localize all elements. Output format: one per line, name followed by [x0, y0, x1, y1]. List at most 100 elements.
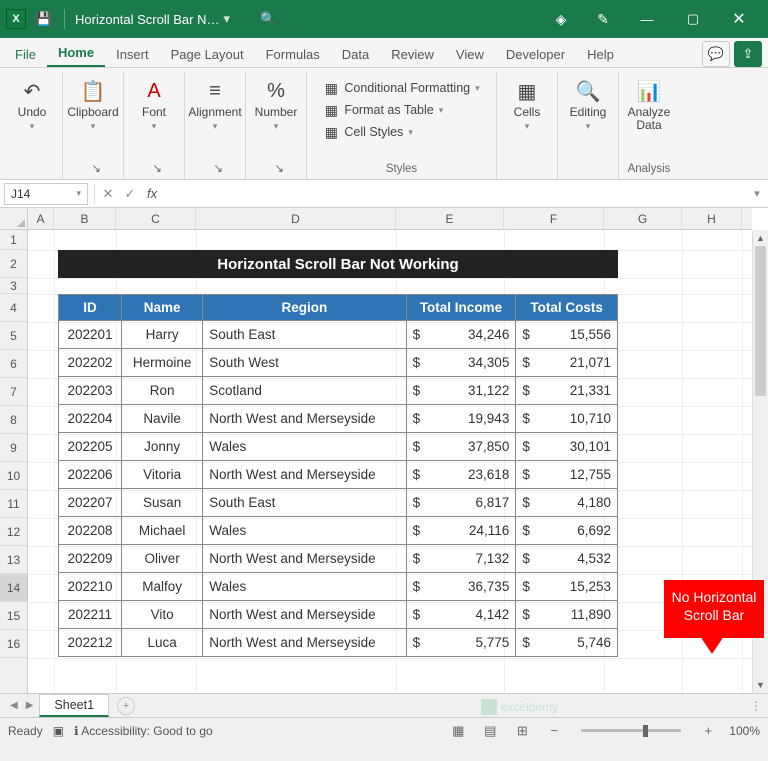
row-header-13[interactable]: 13 — [0, 546, 27, 574]
row-header-10[interactable]: 10 — [0, 462, 27, 490]
tab-insert[interactable]: Insert — [105, 41, 160, 67]
cells-button[interactable]: ▦Cells▾ — [505, 78, 549, 132]
normal-view-button[interactable]: ▦ — [447, 723, 469, 739]
macro-record-icon[interactable]: ▣ — [53, 724, 64, 738]
maximize-button[interactable]: ▢ — [670, 0, 716, 38]
cell-income[interactable]: 7,132 — [406, 545, 516, 573]
cell-cost[interactable]: 4,532 — [516, 545, 618, 573]
cell-name[interactable]: Jonny — [122, 433, 203, 461]
row-header-6[interactable]: 6 — [0, 350, 27, 378]
grid[interactable]: Horizontal Scroll Bar Not Working IDName… — [28, 230, 752, 693]
cell-region[interactable]: South East — [203, 321, 406, 349]
row-header-16[interactable]: 16 — [0, 630, 27, 658]
tab-review[interactable]: Review — [380, 41, 445, 67]
cell-name[interactable]: Luca — [122, 629, 203, 657]
col-header-E[interactable]: E — [396, 208, 504, 229]
scroll-up-icon[interactable]: ▲ — [753, 230, 768, 246]
tab-home[interactable]: Home — [47, 39, 105, 67]
cell-region[interactable]: North West and Merseyside — [203, 405, 406, 433]
cell-income[interactable]: 34,246 — [406, 321, 516, 349]
cell-name[interactable]: Vito — [122, 601, 203, 629]
cell-region[interactable]: North West and Merseyside — [203, 601, 406, 629]
cell-income[interactable]: 37,850 — [406, 433, 516, 461]
cell-cost[interactable]: 5,746 — [516, 629, 618, 657]
cell-id[interactable]: 202210 — [59, 573, 122, 601]
col-header-G[interactable]: G — [604, 208, 682, 229]
minimize-button[interactable]: — — [624, 0, 670, 38]
zoom-out-button[interactable]: − — [543, 723, 565, 738]
chevron-down-icon[interactable]: ▾ — [224, 11, 231, 27]
cell-name[interactable]: Michael — [122, 517, 203, 545]
cell-region[interactable]: North West and Merseyside — [203, 629, 406, 657]
cell-name[interactable]: Vitoria — [122, 461, 203, 489]
alignment-button[interactable]: ≡Alignment▾ — [193, 78, 237, 132]
cell-cost[interactable]: 11,890 — [516, 601, 618, 629]
page-break-view-button[interactable]: ⊞ — [511, 723, 533, 739]
cell-income[interactable]: 31,122 — [406, 377, 516, 405]
accessibility-status[interactable]: ℹ Accessibility: Good to go — [74, 724, 213, 738]
cell-region[interactable]: Wales — [203, 433, 406, 461]
row-header-9[interactable]: 9 — [0, 434, 27, 462]
zoom-in-button[interactable]: + — [697, 723, 719, 738]
tab-data[interactable]: Data — [331, 41, 380, 67]
editing-button[interactable]: 🔍Editing▾ — [566, 78, 610, 132]
cell-name[interactable]: Navile — [122, 405, 203, 433]
save-button[interactable]: 💾 — [30, 11, 58, 27]
new-sheet-button[interactable]: + — [117, 697, 135, 715]
scroll-thumb[interactable] — [755, 246, 766, 396]
cell-styles-button[interactable]: ▦Cell Styles▾ — [321, 122, 481, 142]
pen-icon[interactable]: ✎ — [582, 11, 624, 28]
column-headers[interactable]: ABCDEFGH — [28, 208, 752, 230]
cell-id[interactable]: 202207 — [59, 489, 122, 517]
cell-id[interactable]: 202206 — [59, 461, 122, 489]
row-header-11[interactable]: 11 — [0, 490, 27, 518]
cell-income[interactable]: 23,618 — [406, 461, 516, 489]
row-header-8[interactable]: 8 — [0, 406, 27, 434]
diamond-icon[interactable]: ◈ — [540, 11, 582, 28]
cell-income[interactable]: 19,943 — [406, 405, 516, 433]
cell-cost[interactable]: 6,692 — [516, 517, 618, 545]
cell-income[interactable]: 6,817 — [406, 489, 516, 517]
cell-income[interactable]: 24,116 — [406, 517, 516, 545]
enter-formula-button[interactable]: ✓ — [119, 186, 141, 202]
cell-cost[interactable]: 21,331 — [516, 377, 618, 405]
col-header-F[interactable]: F — [504, 208, 604, 229]
tab-file[interactable]: File — [4, 41, 47, 67]
cell-cost[interactable]: 4,180 — [516, 489, 618, 517]
tab-help[interactable]: Help — [576, 41, 625, 67]
cell-cost[interactable]: 15,556 — [516, 321, 618, 349]
cell-id[interactable]: 202205 — [59, 433, 122, 461]
undo-button[interactable]: ↶Undo▾ — [10, 78, 54, 132]
cell-name[interactable]: Malfoy — [122, 573, 203, 601]
zoom-slider[interactable] — [581, 729, 681, 732]
scroll-down-icon[interactable]: ▼ — [753, 677, 768, 693]
cell-cost[interactable]: 10,710 — [516, 405, 618, 433]
fx-icon[interactable]: fx — [147, 186, 157, 201]
cell-id[interactable]: 202211 — [59, 601, 122, 629]
tab-developer[interactable]: Developer — [495, 41, 576, 67]
cell-name[interactable]: Hermoine — [122, 349, 203, 377]
cell-name[interactable]: Susan — [122, 489, 203, 517]
row-header-3[interactable]: 3 — [0, 278, 27, 294]
analyze-data-button[interactable]: 📊Analyze Data — [627, 78, 671, 132]
row-header-12[interactable]: 12 — [0, 518, 27, 546]
format-as-table-button[interactable]: ▦Format as Table▾ — [321, 100, 481, 120]
select-all-corner[interactable] — [0, 208, 28, 230]
cell-name[interactable]: Harry — [122, 321, 203, 349]
search-icon[interactable]: 🔍 — [260, 11, 276, 27]
cell-id[interactable]: 202209 — [59, 545, 122, 573]
tab-formulas[interactable]: Formulas — [255, 41, 331, 67]
page-layout-view-button[interactable]: ▤ — [479, 723, 501, 739]
cell-region[interactable]: North West and Merseyside — [203, 545, 406, 573]
cell-id[interactable]: 202204 — [59, 405, 122, 433]
col-header-A[interactable]: A — [28, 208, 54, 229]
cell-name[interactable]: Oliver — [122, 545, 203, 573]
cancel-formula-button[interactable]: ✕ — [97, 186, 119, 202]
tab-view[interactable]: View — [445, 41, 495, 67]
cell-income[interactable]: 4,142 — [406, 601, 516, 629]
sheet-options-icon[interactable]: ⋮ — [750, 699, 762, 713]
font-button[interactable]: AFont▾ — [132, 78, 176, 132]
cell-cost[interactable]: 21,071 — [516, 349, 618, 377]
cell-region[interactable]: North West and Merseyside — [203, 461, 406, 489]
cell-income[interactable]: 36,735 — [406, 573, 516, 601]
